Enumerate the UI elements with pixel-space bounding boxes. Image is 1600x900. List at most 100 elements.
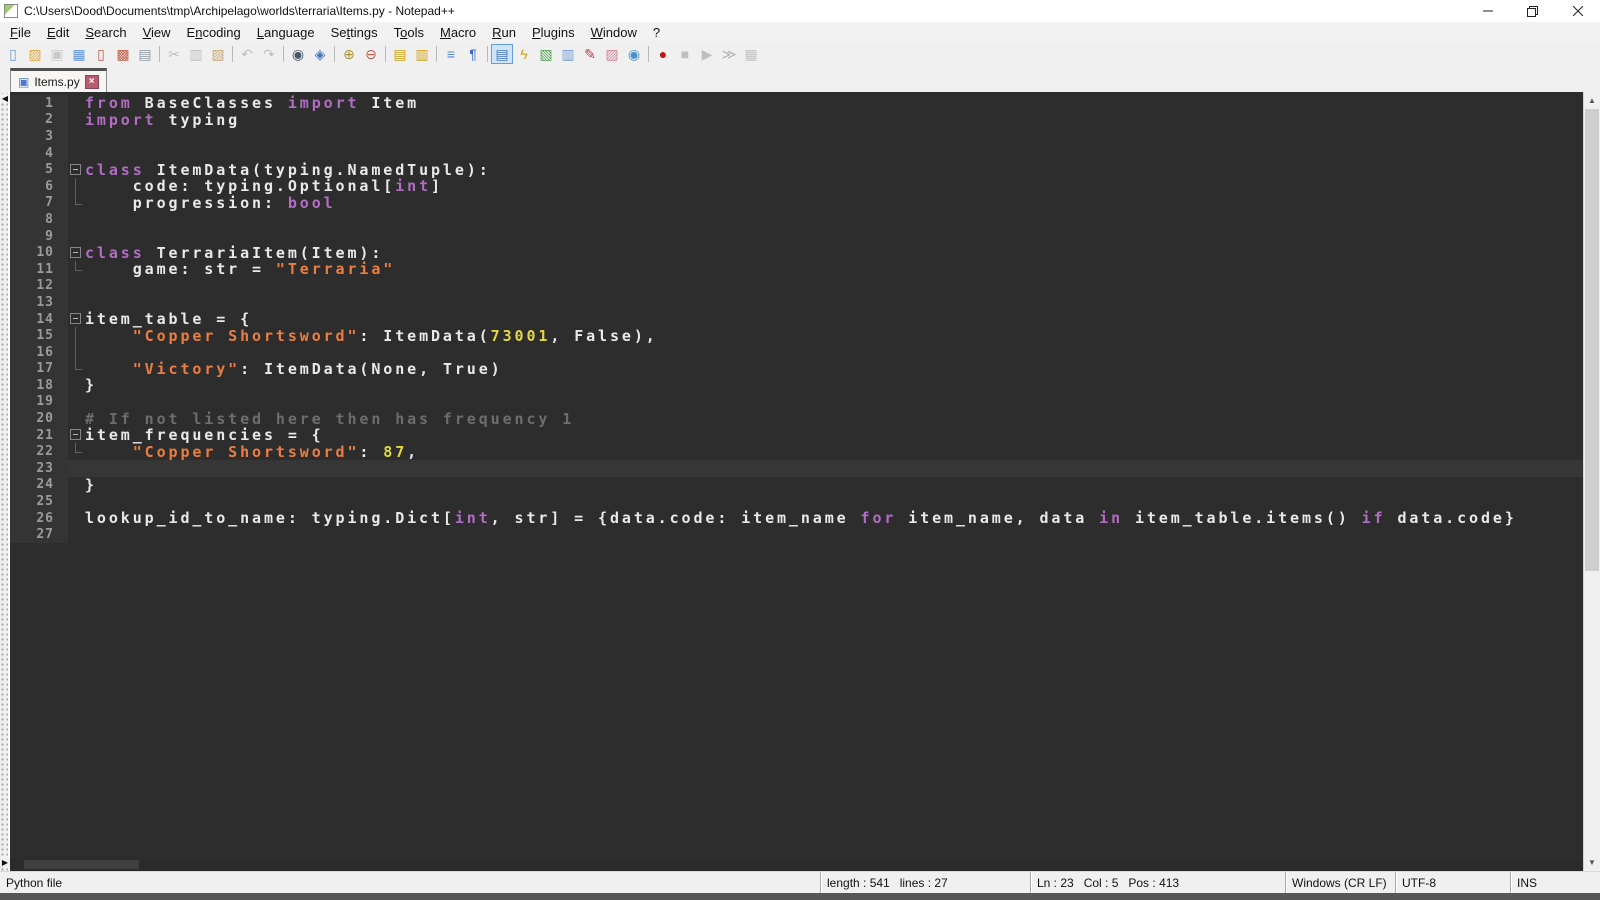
window-bottom-edge — [0, 893, 1600, 900]
fold-marker[interactable] — [68, 244, 85, 261]
vertical-scrollbar[interactable]: ▲ ▼ — [1583, 92, 1600, 871]
code-line-13[interactable]: 13 — [10, 294, 1583, 311]
dock-collapse-left-icon[interactable]: ◀ — [0, 94, 10, 103]
new-file-icon[interactable]: ▯ — [2, 44, 24, 64]
menu-item-[interactable]: ? — [645, 24, 668, 41]
line-number: 10 — [10, 244, 68, 261]
code-line-9[interactable]: 9 — [10, 228, 1583, 245]
tab-items-py[interactable]: ▣ Items.py × — [10, 68, 107, 92]
cut-icon[interactable]: ✂ — [163, 44, 185, 64]
line-number: 15 — [10, 327, 68, 344]
code-line-8[interactable]: 8 — [10, 211, 1583, 228]
paste-icon[interactable]: ▧ — [207, 44, 229, 64]
menu-item-edit[interactable]: Edit — [39, 24, 77, 41]
code-line-4[interactable]: 4 — [10, 145, 1583, 162]
close-button[interactable] — [1555, 0, 1600, 22]
code-line-21[interactable]: 21item_frequencies = { — [10, 427, 1583, 444]
menu-item-run[interactable]: Run — [484, 24, 524, 41]
menu-item-file[interactable]: File — [2, 24, 39, 41]
zoom-in-icon[interactable]: ⊕ — [338, 44, 360, 64]
code-line-3[interactable]: 3 — [10, 128, 1583, 145]
sync-vertical-scroll-icon[interactable]: ▤ — [389, 44, 411, 64]
code-line-18[interactable]: 18} — [10, 377, 1583, 394]
print-icon[interactable]: ▤ — [134, 44, 156, 64]
minimize-button[interactable] — [1465, 0, 1510, 22]
code-line-26[interactable]: 26lookup_id_to_name: typing.Dict[int, st… — [10, 510, 1583, 527]
macro-run-multiple-icon[interactable]: ≫ — [718, 44, 740, 64]
macro-save-icon[interactable]: ▦ — [740, 44, 762, 64]
title-bar[interactable]: C:\Users\Dood\Documents\tmp\Archipelago\… — [0, 0, 1600, 22]
copy-icon[interactable]: ▥ — [185, 44, 207, 64]
code-line-17[interactable]: 17 "Victory": ItemData(None, True) — [10, 361, 1583, 378]
code-line-20[interactable]: 20# If not listed here then has frequenc… — [10, 410, 1583, 427]
code-line-27[interactable]: 27 — [10, 526, 1583, 543]
close-all-documents-icon[interactable]: ▩ — [112, 44, 134, 64]
status-cursor-position: Ln : 23 Col : 5 Pos : 413 — [1030, 872, 1285, 893]
code-line-12[interactable]: 12 — [10, 278, 1583, 295]
shortcut-mapper-icon[interactable]: ϟ — [513, 44, 535, 64]
code-line-10[interactable]: 10class TerrariaItem(Item): — [10, 244, 1583, 261]
show-all-characters-icon[interactable]: ¶ — [462, 44, 484, 64]
open-folder-icon[interactable]: ▨ — [24, 44, 46, 64]
fold-marker[interactable] — [68, 427, 85, 444]
code-line-11[interactable]: 11 game: str = "Terraria" — [10, 261, 1583, 278]
scroll-up-icon[interactable]: ▲ — [1584, 92, 1600, 109]
code-line-2[interactable]: 2import typing — [10, 112, 1583, 129]
horizontal-scrollbar[interactable] — [10, 858, 1583, 871]
menu-item-language[interactable]: Language — [249, 24, 323, 41]
sync-horizontal-scroll-icon[interactable]: ▥ — [411, 44, 433, 64]
horizontal-scrollbar-thumb[interactable] — [24, 860, 139, 869]
document-map-icon[interactable]: ▧ — [535, 44, 557, 64]
macro-stop-icon[interactable]: ■ — [674, 44, 696, 64]
menu-item-search[interactable]: Search — [77, 24, 134, 41]
undo-icon[interactable]: ↶ — [236, 44, 258, 64]
save-all-icon[interactable]: ▦ — [68, 44, 90, 64]
code-line-15[interactable]: 15 "Copper Shortsword": ItemData(73001, … — [10, 327, 1583, 344]
folder-as-workspace-icon[interactable]: ▨ — [601, 44, 623, 64]
code-line-1[interactable]: 1from BaseClasses import Item — [10, 95, 1583, 112]
toolbar: ▯▨▣▦▯▩▤✂▥▧↶↷◉◈⊕⊖▤▥≡¶▤ϟ▧▥✎▨◉●■▶≫▦ — [0, 42, 1600, 66]
menu-item-view[interactable]: View — [135, 24, 179, 41]
indent-guide-icon[interactable]: ▤ — [491, 44, 513, 64]
code-line-14[interactable]: 14item_table = { — [10, 311, 1583, 328]
vertical-scrollbar-thumb[interactable] — [1585, 109, 1599, 571]
close-document-icon[interactable]: ▯ — [90, 44, 112, 64]
menu-item-settings[interactable]: Settings — [323, 24, 386, 41]
code-line-22[interactable]: 22 "Copper Shortsword": 87, — [10, 443, 1583, 460]
scroll-down-icon[interactable]: ▼ — [1584, 854, 1600, 871]
dock-splitter[interactable]: ◀ ▶ — [0, 92, 10, 871]
find-icon[interactable]: ◉ — [287, 44, 309, 64]
dock-expand-right-icon[interactable]: ▶ — [0, 858, 10, 867]
code-editor[interactable]: 1from BaseClasses import Item2import typ… — [10, 92, 1583, 858]
code-line-16[interactable]: 16 — [10, 344, 1583, 361]
menu-item-plugins[interactable]: Plugins — [524, 24, 583, 41]
line-number: 3 — [10, 128, 68, 145]
code-line-19[interactable]: 19 — [10, 394, 1583, 411]
macro-play-icon[interactable]: ▶ — [696, 44, 718, 64]
vertical-scrollbar-track[interactable] — [1584, 109, 1600, 854]
function-list-icon[interactable]: ✎ — [579, 44, 601, 64]
code-line-24[interactable]: 24} — [10, 477, 1583, 494]
code-line-25[interactable]: 25 — [10, 493, 1583, 510]
code-line-23[interactable]: 23 — [10, 460, 1583, 477]
word-wrap-icon[interactable]: ≡ — [440, 44, 462, 64]
save-icon[interactable]: ▣ — [46, 44, 68, 64]
document-switcher-icon[interactable]: ▥ — [557, 44, 579, 64]
fold-margin — [68, 377, 85, 394]
menu-item-macro[interactable]: Macro — [432, 24, 484, 41]
tab-close-icon[interactable]: × — [85, 75, 99, 89]
code-line-7[interactable]: 7 progression: bool — [10, 195, 1583, 212]
menu-item-tools[interactable]: Tools — [386, 24, 432, 41]
macro-record-icon[interactable]: ● — [652, 44, 674, 64]
menu-item-window[interactable]: Window — [583, 24, 645, 41]
restore-button[interactable] — [1510, 0, 1555, 22]
fold-marker[interactable] — [68, 311, 85, 328]
redo-icon[interactable]: ↷ — [258, 44, 280, 64]
replace-icon[interactable]: ◈ — [309, 44, 331, 64]
file-monitoring-icon[interactable]: ◉ — [623, 44, 645, 64]
fold-marker[interactable] — [68, 161, 85, 178]
code-line-5[interactable]: 5class ItemData(typing.NamedTuple): — [10, 161, 1583, 178]
menu-item-encoding[interactable]: Encoding — [179, 24, 249, 41]
zoom-out-icon[interactable]: ⊖ — [360, 44, 382, 64]
code-line-6[interactable]: 6 code: typing.Optional[int] — [10, 178, 1583, 195]
